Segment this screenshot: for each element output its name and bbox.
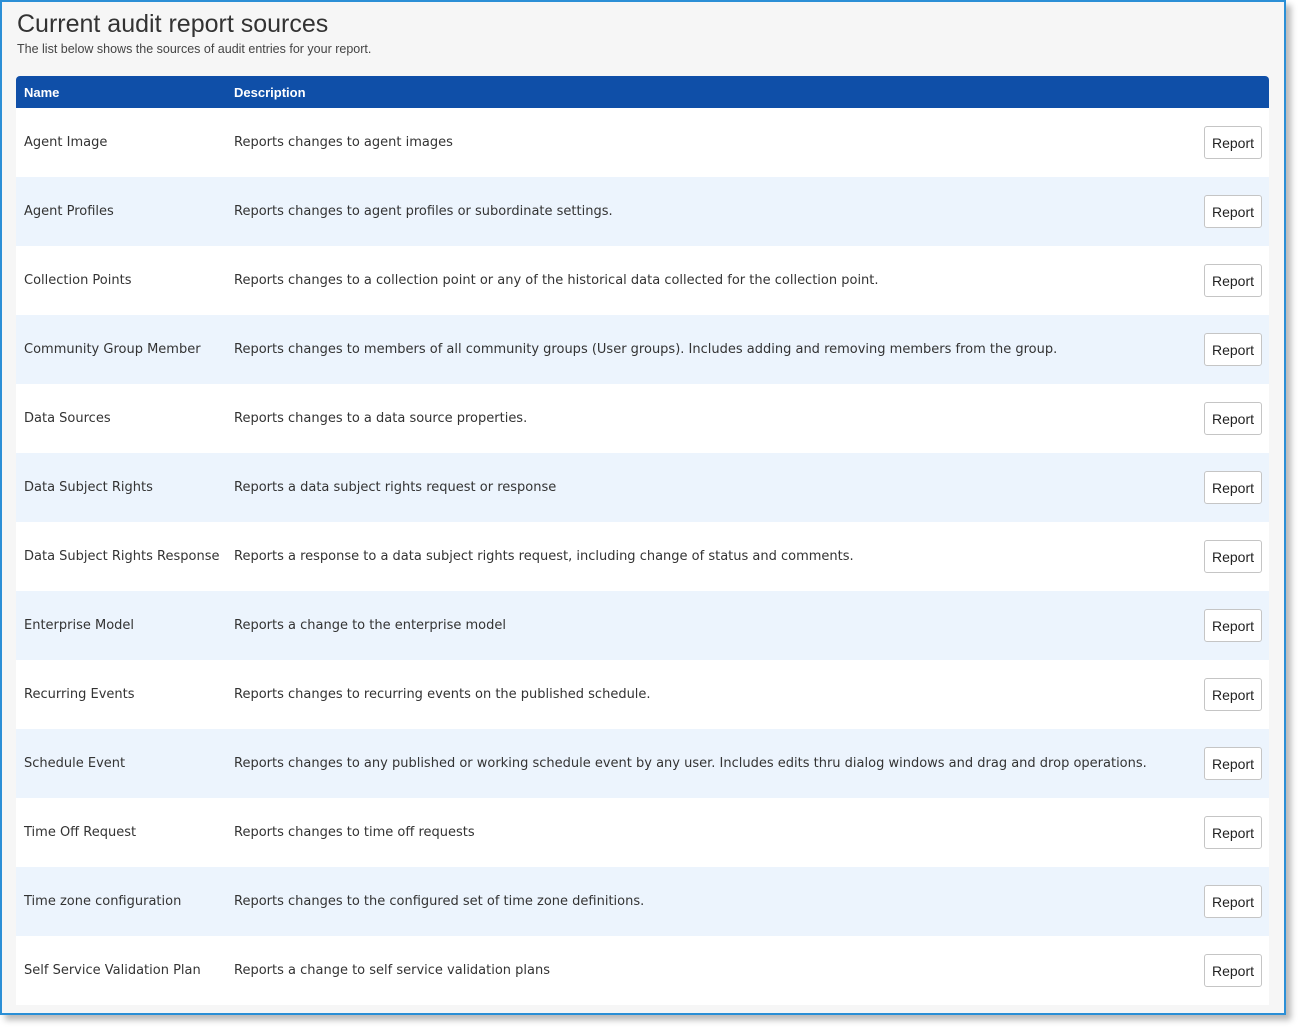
- source-name: Agent Profiles: [24, 204, 114, 219]
- source-description: Reports changes to a collection point or…: [234, 273, 879, 288]
- report-button[interactable]: Report: [1204, 126, 1262, 159]
- row-action-cell: Report: [1197, 333, 1269, 366]
- table-row: Data Subject Rights Reports a data subjec…: [16, 453, 1269, 522]
- table-row: Recurring Events Reports changes to recur…: [16, 660, 1269, 729]
- column-header-description[interactable]: Description: [234, 85, 1269, 100]
- source-name: Agent Image: [24, 135, 108, 150]
- report-button[interactable]: Report: [1204, 471, 1262, 504]
- row-action-cell: Report: [1197, 195, 1269, 228]
- source-name: Schedule Event: [24, 756, 126, 771]
- source-description: Reports changes to members of all commun…: [234, 342, 1058, 357]
- column-header-name[interactable]: Name: [16, 85, 234, 100]
- report-button[interactable]: Report: [1204, 264, 1262, 297]
- source-description: Reports changes to agent images: [234, 135, 453, 150]
- row-action-cell: Report: [1197, 609, 1269, 642]
- audit-sources-panel: Current audit report sources The list be…: [0, 0, 1286, 1015]
- source-name: Recurring Events: [24, 687, 135, 702]
- source-description: Reports a change to self service validat…: [234, 963, 551, 978]
- table-header: Name Description: [16, 76, 1269, 108]
- page-subtitle: The list below shows the sources of audi…: [17, 42, 372, 56]
- table-row: Collection Points Reports changes to a co…: [16, 246, 1269, 315]
- source-name: Time zone configuration: [24, 894, 182, 909]
- table-row: Agent Profiles Reports changes to agent p…: [16, 177, 1269, 246]
- source-name: Community Group Member: [24, 342, 201, 357]
- table-row: Enterprise Model Reports a change to the …: [16, 591, 1269, 660]
- source-description: Reports a response to a data subject rig…: [234, 549, 854, 564]
- source-description: Reports changes to agent profiles or sub…: [234, 204, 613, 219]
- table-row: Community Group Member Reports changes to…: [16, 315, 1269, 384]
- audit-sources-table: Name Description Agent Image Reports chan…: [16, 76, 1269, 1005]
- source-description: Reports a change to the enterprise model: [234, 618, 506, 633]
- report-button[interactable]: Report: [1204, 678, 1262, 711]
- row-action-cell: Report: [1197, 954, 1269, 987]
- row-action-cell: Report: [1197, 885, 1269, 918]
- source-description: Reports changes to recurring events on t…: [234, 687, 651, 702]
- table-row: Schedule Event Reports changes to any pub…: [16, 729, 1269, 798]
- report-button[interactable]: Report: [1204, 954, 1262, 987]
- report-button[interactable]: Report: [1204, 540, 1262, 573]
- source-description: Reports a data subject rights request or…: [234, 480, 557, 495]
- table-body: Agent Image Reports changes to agent imag…: [16, 108, 1269, 1005]
- report-button[interactable]: Report: [1204, 195, 1262, 228]
- report-button[interactable]: Report: [1204, 609, 1262, 642]
- table-row: Time zone configuration Reports changes t…: [16, 867, 1269, 936]
- table-row: Data Sources Reports changes to a data so…: [16, 384, 1269, 453]
- table-row: Self Service Validation Plan Reports a ch…: [16, 936, 1269, 1005]
- row-action-cell: Report: [1197, 126, 1269, 159]
- source-name: Time Off Request: [24, 825, 137, 840]
- table-row: Agent Image Reports changes to agent imag…: [16, 108, 1269, 177]
- source-name: Enterprise Model: [24, 618, 135, 633]
- source-name: Collection Points: [24, 273, 132, 288]
- source-description: Reports changes to the configured set of…: [234, 894, 645, 909]
- table-row: Time Off Request Reports changes to time …: [16, 798, 1269, 867]
- row-action-cell: Report: [1197, 678, 1269, 711]
- source-description: Reports changes to any published or work…: [234, 756, 1147, 771]
- row-action-cell: Report: [1197, 816, 1269, 849]
- report-button[interactable]: Report: [1204, 885, 1262, 918]
- row-action-cell: Report: [1197, 264, 1269, 297]
- report-button[interactable]: Report: [1204, 747, 1262, 780]
- row-action-cell: Report: [1197, 402, 1269, 435]
- source-name: Data Sources: [24, 411, 111, 426]
- report-button[interactable]: Report: [1204, 816, 1262, 849]
- report-button[interactable]: Report: [1204, 333, 1262, 366]
- page-title: Current audit report sources: [17, 10, 329, 38]
- source-name: Self Service Validation Plan: [24, 963, 201, 978]
- source-description: Reports changes to a data source propert…: [234, 411, 528, 426]
- source-name: Data Subject Rights Response: [24, 549, 220, 564]
- source-name: Data Subject Rights: [24, 480, 153, 495]
- row-action-cell: Report: [1197, 747, 1269, 780]
- row-action-cell: Report: [1197, 471, 1269, 504]
- report-button[interactable]: Report: [1204, 402, 1262, 435]
- row-action-cell: Report: [1197, 540, 1269, 573]
- table-row: Data Subject Rights Response Reports a re…: [16, 522, 1269, 591]
- source-description: Reports changes to time off requests: [234, 825, 475, 840]
